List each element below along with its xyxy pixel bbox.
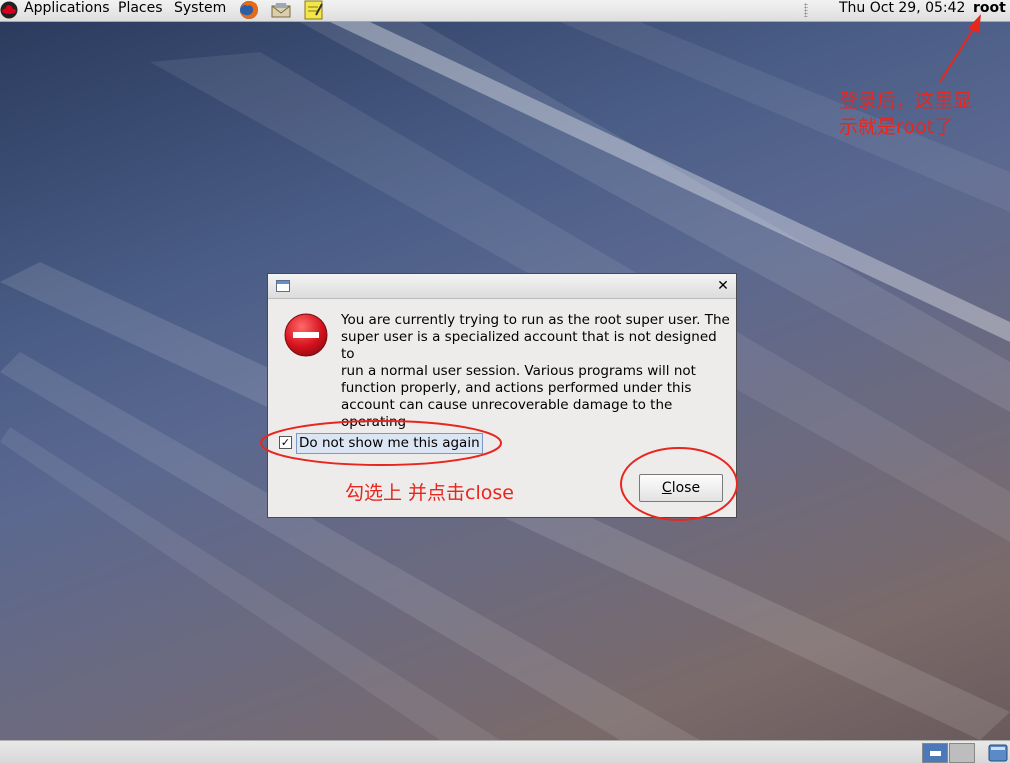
- window-list-icon[interactable]: [988, 743, 1008, 763]
- workspace-1-button[interactable]: [922, 743, 948, 763]
- dialog-close-icon[interactable]: ✕: [715, 276, 731, 294]
- dialog-titlebar[interactable]: ✕: [268, 274, 736, 299]
- stop-icon: [284, 313, 328, 357]
- annotation-top-right-note: 登录后，这里显 示就是root了: [839, 90, 973, 138]
- menu-places[interactable]: Places: [118, 0, 163, 21]
- window-icon: [276, 280, 290, 292]
- menu-system[interactable]: System: [174, 0, 226, 21]
- notes-icon[interactable]: [303, 0, 325, 20]
- tray-handle[interactable]: [804, 3, 808, 17]
- close-button-mnemonic: C: [661, 480, 672, 496]
- top-panel: Applications Places System Thu Oct 29, 0…: [0, 0, 1010, 22]
- mail-icon[interactable]: [270, 0, 292, 20]
- clock[interactable]: Thu Oct 29, 05:42: [839, 0, 965, 17]
- workspace-2-button[interactable]: [949, 743, 975, 763]
- dont-show-again-label[interactable]: Do not show me this again: [296, 433, 483, 454]
- bottom-panel: [0, 740, 1010, 763]
- close-button[interactable]: Close: [639, 474, 723, 502]
- annotation-dialog-note: 勾选上 并点击close: [345, 482, 514, 504]
- close-button-label: lose: [671, 480, 701, 496]
- dont-show-again-checkbox[interactable]: ✓: [279, 436, 292, 449]
- dialog-message: You are currently trying to run as the r…: [341, 312, 730, 447]
- firefox-icon[interactable]: [238, 0, 260, 20]
- user-menu[interactable]: root: [973, 0, 1006, 17]
- redhat-logo-icon[interactable]: [0, 1, 18, 19]
- menu-applications[interactable]: Applications: [24, 0, 110, 21]
